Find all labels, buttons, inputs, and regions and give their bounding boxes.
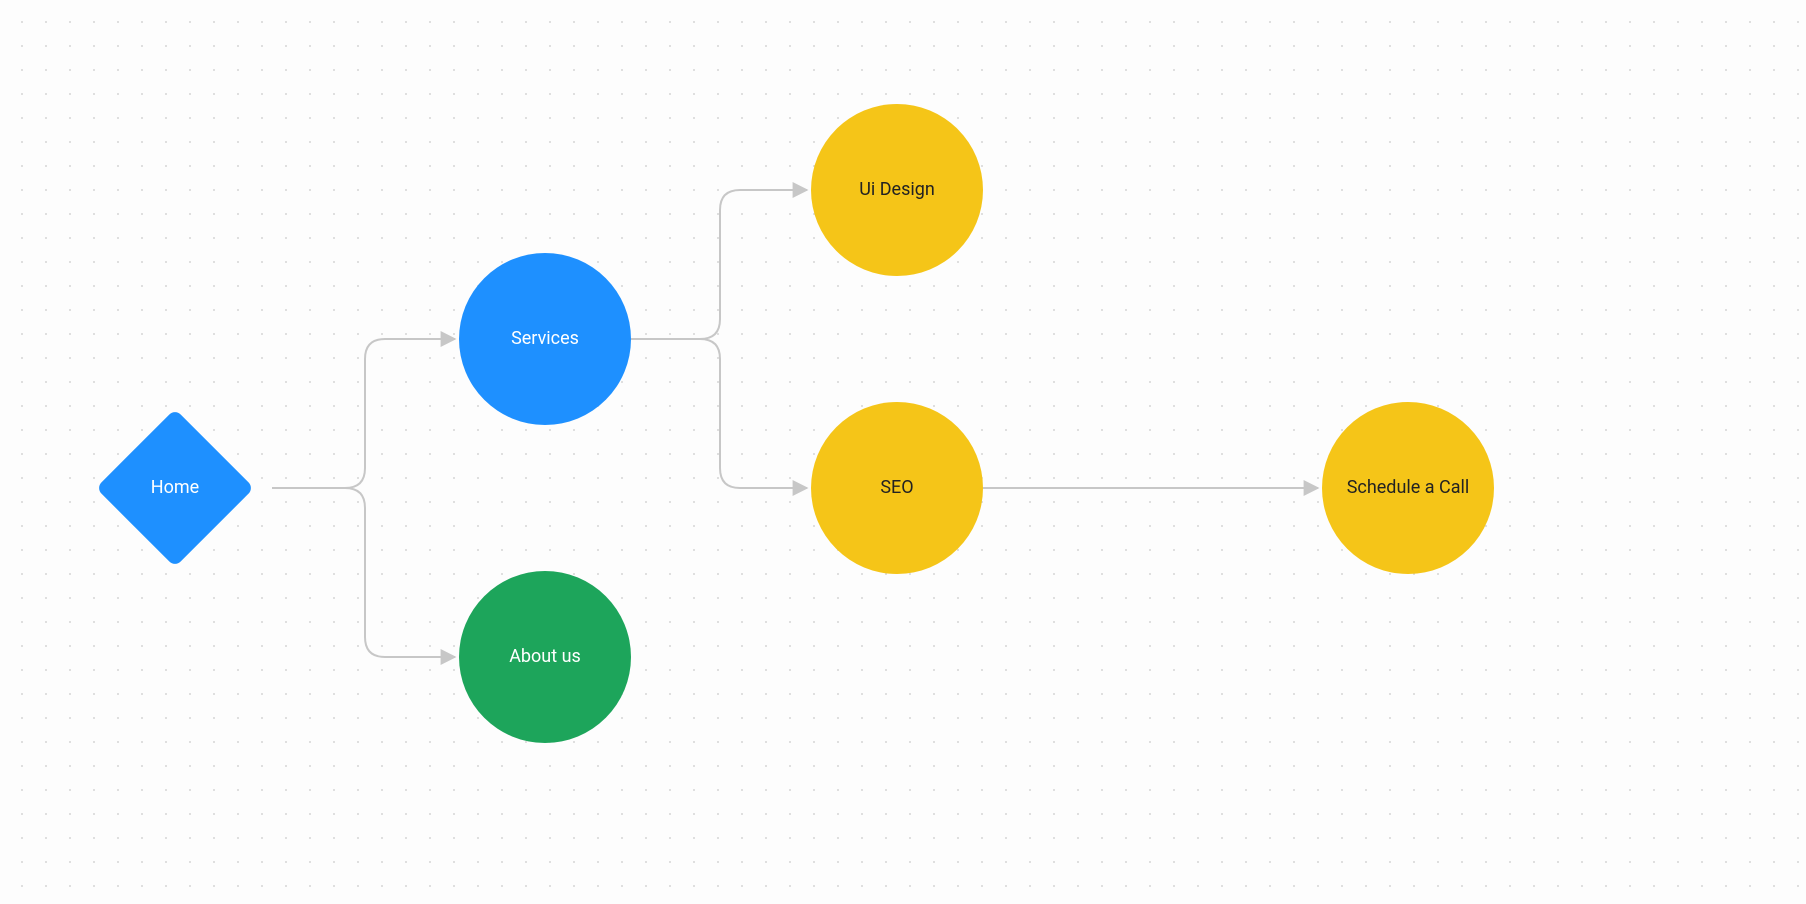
node-ui-design-label: Ui Design: [853, 173, 941, 208]
node-home-label: Home: [145, 471, 205, 506]
node-home[interactable]: Home: [96, 409, 254, 567]
node-seo-label: SEO: [874, 471, 919, 506]
node-seo[interactable]: SEO: [811, 402, 983, 574]
edge-services-ui-design: [631, 190, 807, 339]
node-about-us[interactable]: About us: [459, 571, 631, 743]
node-services-label: Services: [505, 322, 585, 357]
node-schedule[interactable]: Schedule a Call: [1322, 402, 1494, 574]
node-schedule-label: Schedule a Call: [1341, 471, 1476, 506]
node-services[interactable]: Services: [459, 253, 631, 425]
node-about-us-label: About us: [503, 640, 587, 675]
edge-home-about-us: [272, 488, 455, 657]
edge-home-services: [272, 339, 455, 488]
node-ui-design[interactable]: Ui Design: [811, 104, 983, 276]
edge-services-seo: [631, 339, 807, 488]
diagram-canvas[interactable]: Home Services About us Ui Design SEO Sch…: [0, 0, 1806, 904]
